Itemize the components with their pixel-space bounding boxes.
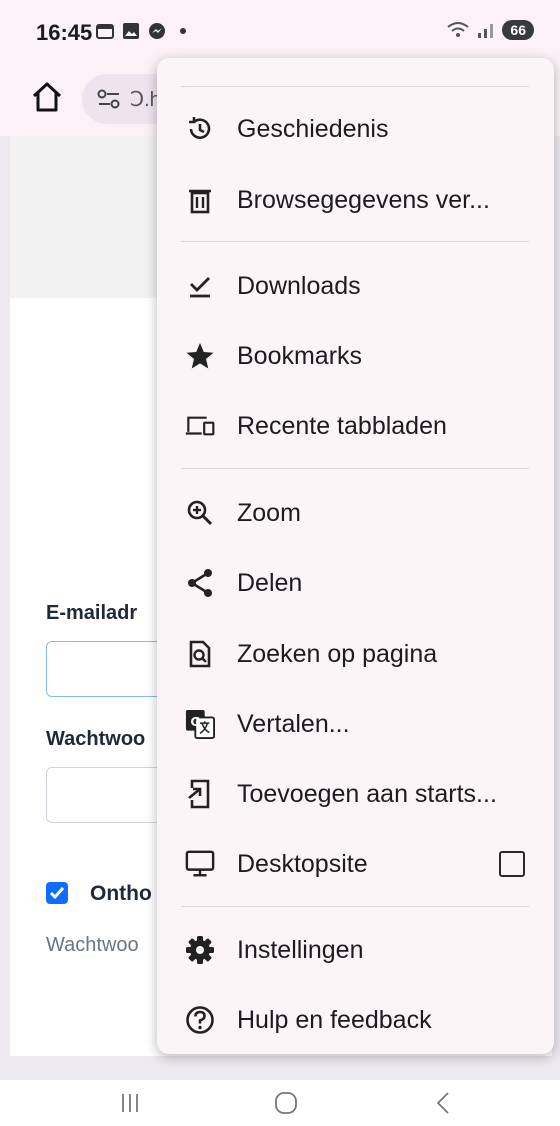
battery-indicator: 66 <box>502 20 534 40</box>
download-done-icon <box>185 271 215 301</box>
menu-item-label: Bookmarks <box>237 341 363 370</box>
menu-item-find-in-page[interactable]: Zoeken op pagina <box>157 621 554 687</box>
menu-item-label: Browsegegevens ver... <box>237 185 490 214</box>
menu-item-label: Geschiedenis <box>237 114 389 143</box>
home-button[interactable] <box>256 1080 316 1126</box>
password-label: Wachtwoo <box>46 728 146 750</box>
more-notifications-dot <box>180 28 186 34</box>
notification-icons <box>96 22 186 40</box>
status-right: 66 <box>446 20 534 40</box>
desktop-site-checkbox[interactable] <box>499 851 525 877</box>
menu-item-bookmarks[interactable]: Bookmarks <box>157 323 554 389</box>
menu-item-label: Zoom <box>237 498 301 527</box>
menu-item-label: Instellingen <box>237 935 364 964</box>
zoom-in-icon <box>185 498 215 528</box>
gear-icon <box>185 935 215 965</box>
find-in-page-icon <box>185 639 215 669</box>
menu-item-downloads[interactable]: Downloads <box>157 253 554 319</box>
menu-item-zoom[interactable]: Zoom <box>157 480 554 546</box>
menu-item-label: Hulp en feedback <box>237 1005 432 1034</box>
svg-text:G: G <box>190 715 200 729</box>
history-icon <box>185 114 215 144</box>
add-to-home-icon <box>185 779 215 809</box>
checkmark-icon <box>49 887 65 900</box>
menu-item-label: Recente tabbladen <box>237 411 447 440</box>
menu-item-desktop-site[interactable]: Desktopsite <box>157 831 554 897</box>
menu-item-help[interactable]: Hulp en feedback <box>157 987 554 1053</box>
system-nav-bar <box>0 1080 560 1126</box>
home-nav-icon <box>275 1092 297 1114</box>
recent-apps-icon <box>122 1094 138 1112</box>
menu-item-clear-data[interactable]: Browsegegevens ver... <box>157 167 554 233</box>
menu-item-history[interactable]: Geschiedenis <box>157 96 554 162</box>
back-icon <box>436 1092 449 1114</box>
home-icon[interactable] <box>30 80 64 114</box>
remember-label: Ontho <box>90 882 152 905</box>
signal-icon <box>478 24 494 38</box>
menu-item-settings[interactable]: Instellingen <box>157 917 554 983</box>
calendar-icon <box>96 24 114 39</box>
overflow-menu: Geschiedenis Browsegegevens ver... Downl… <box>157 58 554 1054</box>
menu-divider <box>181 906 529 907</box>
desktop-icon <box>185 849 215 879</box>
back-button[interactable] <box>413 1080 473 1126</box>
email-label: E-mailadr <box>46 602 138 624</box>
menu-item-label: Delen <box>237 568 303 597</box>
translate-icon: G <box>185 709 215 739</box>
menu-item-label: Downloads <box>237 271 361 300</box>
forgot-password-link[interactable]: Wachtwoo <box>46 934 139 957</box>
devices-icon <box>185 411 215 441</box>
site-settings-icon[interactable] <box>96 88 122 110</box>
menu-item-label: Zoeken op pagina <box>237 639 438 668</box>
menu-item-label: Toevoegen aan starts... <box>237 779 497 808</box>
menu-divider <box>181 468 529 469</box>
wifi-icon <box>447 22 470 37</box>
gallery-icon <box>123 23 139 39</box>
menu-divider <box>181 86 529 87</box>
menu-divider <box>181 241 529 242</box>
star-icon <box>185 341 215 371</box>
trash-icon <box>185 185 215 215</box>
status-bar: 16:45 66 <box>0 0 560 64</box>
menu-item-recent-tabs[interactable]: Recente tabbladen <box>157 393 554 459</box>
help-icon <box>185 1005 215 1035</box>
share-icon <box>185 568 215 598</box>
menu-item-share[interactable]: Delen <box>157 550 554 616</box>
recent-apps-button[interactable] <box>100 1080 160 1126</box>
messenger-icon <box>149 23 165 39</box>
menu-item-translate[interactable]: G Vertalen... <box>157 691 554 757</box>
status-time: 16:45 <box>36 20 93 45</box>
remember-checkbox[interactable] <box>46 882 68 904</box>
menu-item-label: Desktopsite <box>237 849 368 878</box>
menu-item-add-to-home[interactable]: Toevoegen aan starts... <box>157 761 554 827</box>
menu-item-label: Vertalen... <box>237 709 350 738</box>
